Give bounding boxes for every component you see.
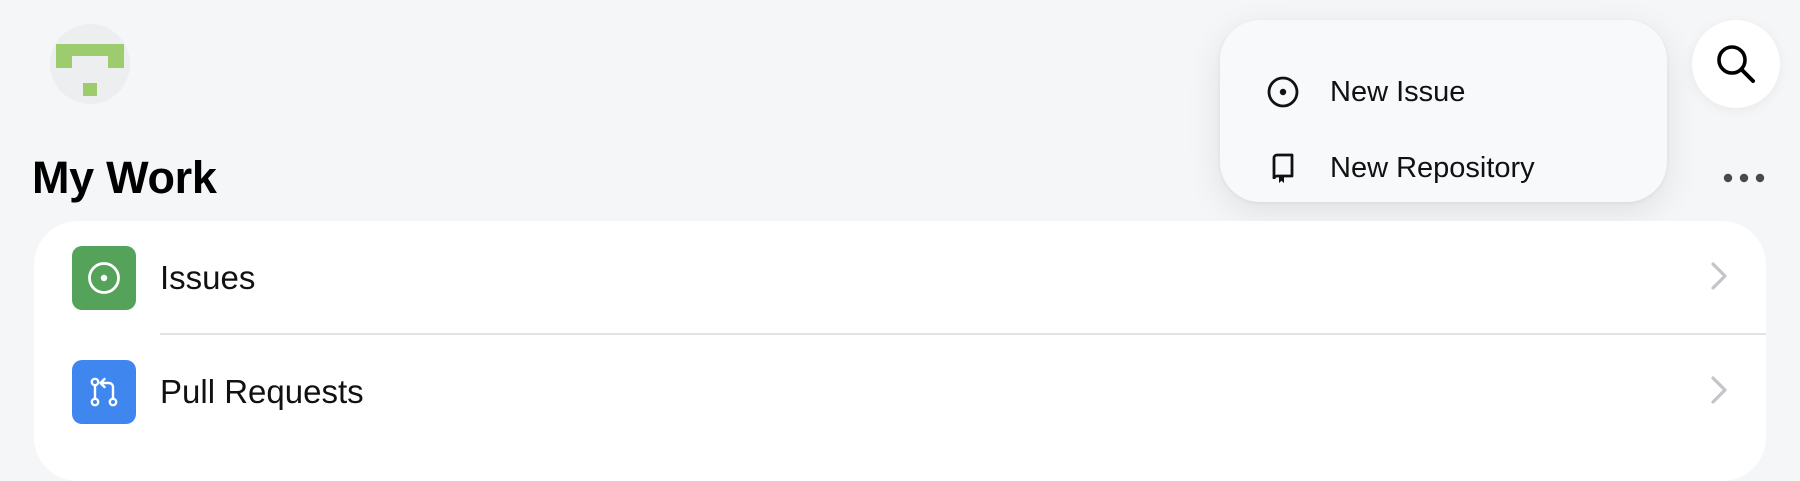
page-title: My Work	[32, 152, 217, 203]
menu-item-label: New Issue	[1330, 75, 1466, 108]
list-item-pull-requests[interactable]: Pull Requests	[34, 335, 1766, 449]
menu-item-label: New Repository	[1330, 151, 1535, 184]
search-button[interactable]	[1692, 20, 1780, 108]
issue-opened-icon	[1267, 76, 1299, 108]
menu-item-new-issue[interactable]: New Issue	[1220, 54, 1667, 130]
more-horizontal-icon	[1723, 173, 1765, 183]
git-pull-request-icon	[90, 377, 118, 407]
issues-icon-badge	[72, 246, 136, 310]
pull-requests-icon-badge	[72, 360, 136, 424]
more-button[interactable]	[1712, 158, 1776, 198]
list-item-issues[interactable]: Issues	[34, 221, 1766, 335]
avatar[interactable]	[50, 24, 130, 104]
chevron-right-icon	[1711, 376, 1727, 404]
create-menu: New Issue New Repository	[1220, 20, 1667, 202]
list-item-label: Issues	[160, 259, 256, 296]
avatar-identicon	[56, 44, 124, 96]
menu-item-new-repository[interactable]: New Repository	[1220, 130, 1667, 206]
repo-icon	[1272, 153, 1294, 183]
search-icon	[1717, 45, 1755, 83]
list-item-label: Pull Requests	[160, 373, 364, 410]
my-work-list: Issues Pull Requests	[34, 221, 1766, 481]
issue-opened-icon	[88, 262, 120, 294]
chevron-right-icon	[1711, 262, 1727, 290]
